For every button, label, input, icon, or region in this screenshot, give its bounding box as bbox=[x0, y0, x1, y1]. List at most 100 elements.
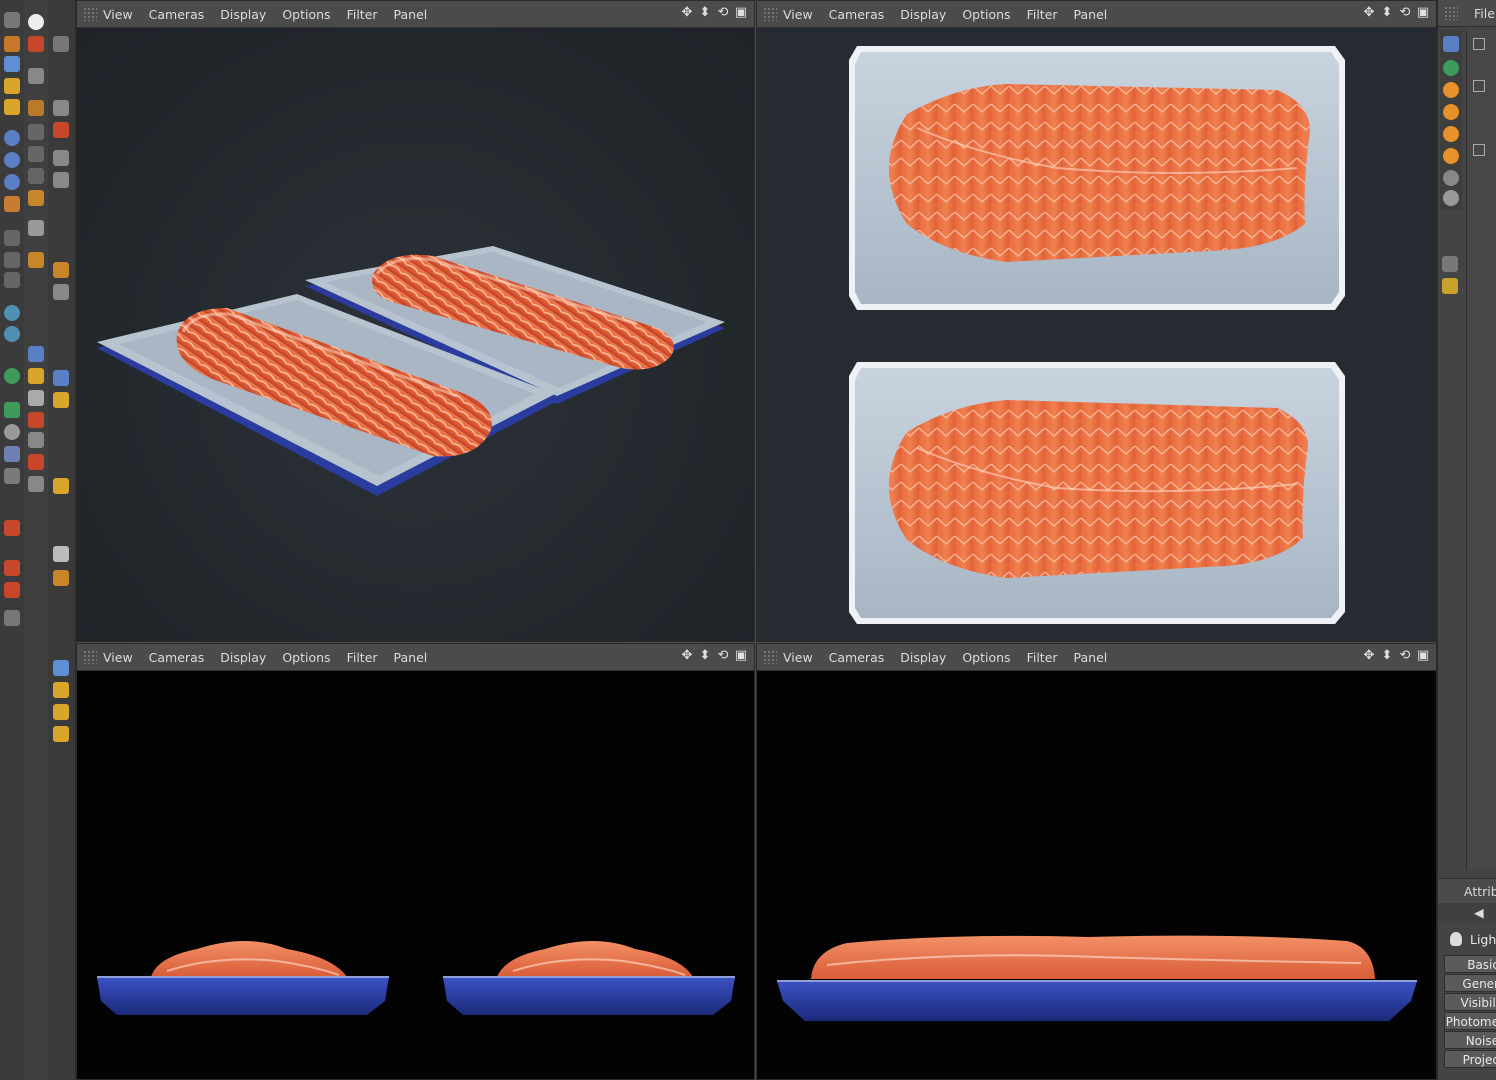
toggle-view-icon[interactable]: ▣ bbox=[1416, 6, 1430, 20]
menu-options[interactable]: Options bbox=[962, 650, 1010, 665]
redo-icon[interactable] bbox=[53, 36, 69, 52]
sphere-icon[interactable] bbox=[28, 14, 44, 30]
globe-icon[interactable] bbox=[1443, 190, 1459, 206]
menu-panel[interactable]: Panel bbox=[1074, 650, 1108, 665]
texture-icon[interactable] bbox=[28, 252, 44, 268]
smooth-icon[interactable] bbox=[28, 412, 44, 428]
tree-branch[interactable] bbox=[1473, 144, 1485, 156]
menu-file[interactable]: File bbox=[1474, 6, 1495, 21]
subdivision-icon[interactable] bbox=[4, 326, 20, 342]
zoom-view-icon[interactable]: ⬍ bbox=[1380, 649, 1394, 663]
z-axis-icon[interactable] bbox=[4, 174, 20, 190]
drag-handle-icon[interactable] bbox=[1444, 6, 1458, 20]
viewport-front[interactable]: View Cameras Display Options Filter Pane… bbox=[76, 643, 755, 1080]
pencil-icon[interactable] bbox=[53, 370, 69, 386]
viewport-perspective[interactable]: View Cameras Display Options Filter Pane… bbox=[76, 0, 755, 642]
frame-icon[interactable] bbox=[28, 36, 44, 52]
cube-object-icon[interactable] bbox=[4, 305, 20, 321]
move-view-icon[interactable]: ✥ bbox=[1362, 649, 1376, 663]
back-arrow-icon[interactable]: ◀ bbox=[1474, 905, 1484, 920]
menu-display[interactable]: Display bbox=[220, 7, 266, 22]
sphere-orange-icon[interactable] bbox=[1443, 104, 1459, 120]
bevel-icon[interactable] bbox=[28, 476, 44, 492]
rotate-view-icon[interactable]: ⟲ bbox=[716, 649, 730, 663]
viewport-canvas[interactable] bbox=[77, 28, 754, 641]
move-view-icon[interactable]: ✥ bbox=[1362, 6, 1376, 20]
tab-project[interactable]: Projec bbox=[1444, 1050, 1496, 1068]
object-mode-icon[interactable] bbox=[28, 100, 44, 116]
render-settings-icon[interactable] bbox=[4, 272, 20, 288]
checker-icon[interactable] bbox=[28, 220, 44, 236]
toggle-view-icon[interactable]: ▣ bbox=[734, 6, 748, 20]
zoom-view-icon[interactable]: ⬍ bbox=[698, 649, 712, 663]
tab-noise[interactable]: Noise bbox=[1444, 1031, 1496, 1049]
magnet-icon[interactable] bbox=[53, 262, 69, 278]
rotate-view-icon[interactable]: ⟲ bbox=[1398, 6, 1412, 20]
drag-handle-icon[interactable] bbox=[763, 7, 777, 21]
toggle-view-icon[interactable]: ▣ bbox=[734, 649, 748, 663]
zoom-view-icon[interactable]: ⬍ bbox=[698, 6, 712, 20]
tab-visibility[interactable]: Visibili bbox=[1444, 993, 1496, 1011]
viewport-canvas[interactable] bbox=[77, 671, 754, 1079]
object-tool-icon[interactable] bbox=[1443, 36, 1459, 52]
rotate-tool-icon[interactable] bbox=[4, 99, 20, 115]
menu-filter[interactable]: Filter bbox=[347, 650, 378, 665]
move-gizmo-icon[interactable] bbox=[53, 660, 69, 676]
menu-filter[interactable]: Filter bbox=[1027, 650, 1058, 665]
edge-mode-icon[interactable] bbox=[28, 146, 44, 162]
menu-display[interactable]: Display bbox=[900, 7, 946, 22]
move-view-icon[interactable]: ✥ bbox=[680, 649, 694, 663]
menu-options[interactable]: Options bbox=[962, 7, 1010, 22]
live-select-icon[interactable] bbox=[53, 100, 69, 116]
polygon-pen-icon[interactable] bbox=[53, 122, 69, 138]
scene-object-icon[interactable] bbox=[4, 468, 20, 484]
cube-icon[interactable] bbox=[53, 546, 69, 562]
menu-cameras[interactable]: Cameras bbox=[829, 650, 885, 665]
menu-view[interactable]: View bbox=[103, 650, 133, 665]
menu-panel[interactable]: Panel bbox=[1074, 7, 1108, 22]
rotate-view-icon[interactable]: ⟲ bbox=[1398, 649, 1412, 663]
render-view-icon[interactable] bbox=[4, 252, 20, 268]
render-region-icon[interactable] bbox=[4, 230, 20, 246]
menu-view[interactable]: View bbox=[103, 7, 133, 22]
tree-branch[interactable] bbox=[1473, 38, 1485, 50]
move-view-icon[interactable]: ✥ bbox=[680, 6, 694, 20]
menu-panel[interactable]: Panel bbox=[394, 7, 428, 22]
drag-handle-icon[interactable] bbox=[83, 650, 97, 664]
move-tool-icon[interactable] bbox=[4, 56, 20, 72]
lock-icon[interactable] bbox=[53, 726, 69, 742]
polygon-mode-icon[interactable] bbox=[28, 168, 44, 184]
menu-options[interactable]: Options bbox=[282, 7, 330, 22]
uv-mode-icon[interactable] bbox=[28, 190, 44, 206]
extrude-icon[interactable] bbox=[53, 150, 69, 166]
viewport-canvas[interactable] bbox=[757, 28, 1436, 641]
sculpt-icon[interactable] bbox=[28, 390, 44, 406]
spline-icon[interactable] bbox=[4, 368, 20, 384]
select-tool-icon[interactable] bbox=[4, 36, 20, 52]
loop-cut-icon[interactable] bbox=[53, 172, 69, 188]
rotate-gizmo-icon[interactable] bbox=[53, 704, 69, 720]
fill-icon[interactable] bbox=[53, 392, 69, 408]
sphere-grey-icon[interactable] bbox=[1443, 170, 1459, 186]
menu-filter[interactable]: Filter bbox=[1027, 7, 1058, 22]
tab-photometric[interactable]: Photome bbox=[1444, 1012, 1496, 1030]
layers-icon[interactable] bbox=[1442, 256, 1458, 272]
menu-view[interactable]: View bbox=[783, 7, 813, 22]
sphere-orange-icon[interactable] bbox=[1443, 148, 1459, 164]
weld-icon[interactable] bbox=[28, 454, 44, 470]
menu-panel[interactable]: Panel bbox=[394, 650, 428, 665]
layer-icon[interactable] bbox=[4, 610, 20, 626]
sphere-orange-icon[interactable] bbox=[1443, 82, 1459, 98]
viewport-right[interactable]: View Cameras Display Options Filter Pane… bbox=[756, 643, 1437, 1080]
menu-display[interactable]: Display bbox=[220, 650, 266, 665]
menu-options[interactable]: Options bbox=[282, 650, 330, 665]
deformer-icon[interactable] bbox=[4, 402, 20, 418]
lasso-icon[interactable] bbox=[53, 284, 69, 300]
viewport-canvas[interactable] bbox=[757, 671, 1436, 1079]
tags-icon[interactable] bbox=[1442, 278, 1458, 294]
brush-icon[interactable] bbox=[28, 346, 44, 362]
point-mode-icon[interactable] bbox=[28, 124, 44, 140]
menu-display[interactable]: Display bbox=[900, 650, 946, 665]
green-dot-icon[interactable] bbox=[1443, 60, 1459, 76]
knife-icon[interactable] bbox=[28, 432, 44, 448]
